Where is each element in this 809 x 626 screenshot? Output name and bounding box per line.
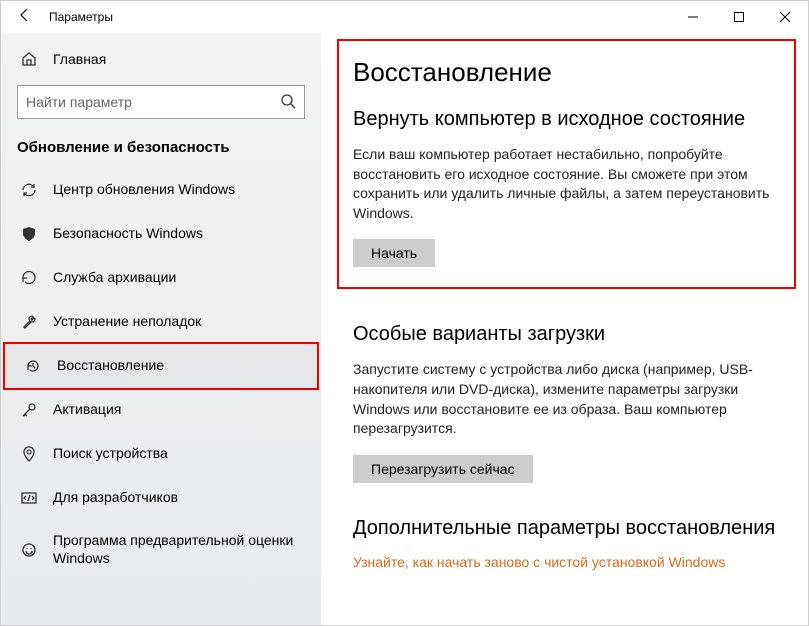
more-recovery-section: Дополнительные параметры восстановления … bbox=[353, 517, 780, 570]
more-heading: Дополнительные параметры восстановления bbox=[353, 517, 780, 540]
backup-icon bbox=[19, 270, 39, 286]
maximize-button[interactable] bbox=[716, 1, 762, 33]
sidebar-item-label: Поиск устройства bbox=[53, 445, 303, 463]
titlebar: Параметры bbox=[1, 1, 808, 33]
sidebar-item-find-device[interactable]: Поиск устройства bbox=[1, 432, 321, 476]
startup-heading: Особые варианты загрузки bbox=[353, 323, 780, 346]
shield-icon bbox=[19, 226, 39, 242]
sidebar-item-developers[interactable]: Для разработчиков bbox=[1, 476, 321, 520]
wrench-icon bbox=[19, 314, 39, 330]
search-icon bbox=[280, 93, 296, 112]
home-icon bbox=[19, 51, 39, 67]
history-icon bbox=[23, 358, 43, 374]
sidebar-item-label: Устранение неполадок bbox=[53, 313, 303, 331]
sidebar-item-label: Служба архивации bbox=[53, 269, 303, 287]
insider-icon bbox=[19, 542, 39, 558]
sidebar-item-insider[interactable]: Программа предварительной оценки Windows bbox=[1, 520, 321, 579]
code-icon bbox=[19, 490, 39, 506]
sidebar-item-backup[interactable]: Служба архивации bbox=[1, 256, 321, 300]
back-button[interactable] bbox=[9, 7, 41, 28]
sidebar-item-windows-update[interactable]: Центр обновления Windows bbox=[1, 168, 321, 212]
reset-description: Если ваш компьютер работает нестабильно,… bbox=[353, 145, 780, 223]
search-box[interactable] bbox=[17, 85, 305, 119]
sidebar-item-label: Восстановление bbox=[57, 357, 299, 375]
location-icon bbox=[19, 446, 39, 462]
restart-now-button[interactable]: Перезагрузить сейчас bbox=[353, 455, 533, 483]
sidebar-item-label: Активация bbox=[53, 401, 303, 419]
advanced-startup-section: Особые варианты загрузки Запустите систе… bbox=[353, 323, 780, 482]
startup-description: Запустите систему с устройства либо диск… bbox=[353, 360, 780, 438]
sidebar-item-label: Для разработчиков bbox=[53, 489, 303, 507]
close-button[interactable] bbox=[762, 1, 808, 33]
sidebar-item-label: Программа предварительной оценки Windows bbox=[53, 532, 303, 567]
sidebar-item-troubleshoot[interactable]: Устранение неполадок bbox=[1, 300, 321, 344]
sidebar-section-title: Обновление и безопасность bbox=[1, 133, 321, 168]
reset-heading: Вернуть компьютер в исходное состояние bbox=[353, 108, 780, 131]
search-input[interactable] bbox=[26, 94, 280, 110]
sync-icon bbox=[19, 182, 39, 198]
sidebar-home-label: Главная bbox=[53, 51, 106, 67]
sidebar: Главная Обновление и безопасность Центр … bbox=[1, 33, 321, 625]
page-title: Восстановление bbox=[353, 57, 780, 88]
sidebar-item-label: Безопасность Windows bbox=[53, 225, 303, 243]
window-title: Параметры bbox=[49, 10, 113, 24]
sidebar-item-activation[interactable]: Активация bbox=[1, 388, 321, 432]
fresh-start-link[interactable]: Узнайте, как начать заново с чистой уста… bbox=[353, 554, 780, 570]
main-content: Восстановление Вернуть компьютер в исход… bbox=[321, 33, 808, 625]
reset-start-button[interactable]: Начать bbox=[353, 239, 435, 267]
minimize-button[interactable] bbox=[670, 1, 716, 33]
sidebar-item-windows-security[interactable]: Безопасность Windows bbox=[1, 212, 321, 256]
sidebar-item-recovery[interactable]: Восстановление bbox=[5, 344, 317, 388]
sidebar-item-label: Центр обновления Windows bbox=[53, 181, 303, 199]
sidebar-home[interactable]: Главная bbox=[1, 41, 321, 77]
reset-pc-section-highlight: Восстановление Вернуть компьютер в исход… bbox=[337, 39, 796, 289]
key-icon bbox=[19, 402, 39, 418]
